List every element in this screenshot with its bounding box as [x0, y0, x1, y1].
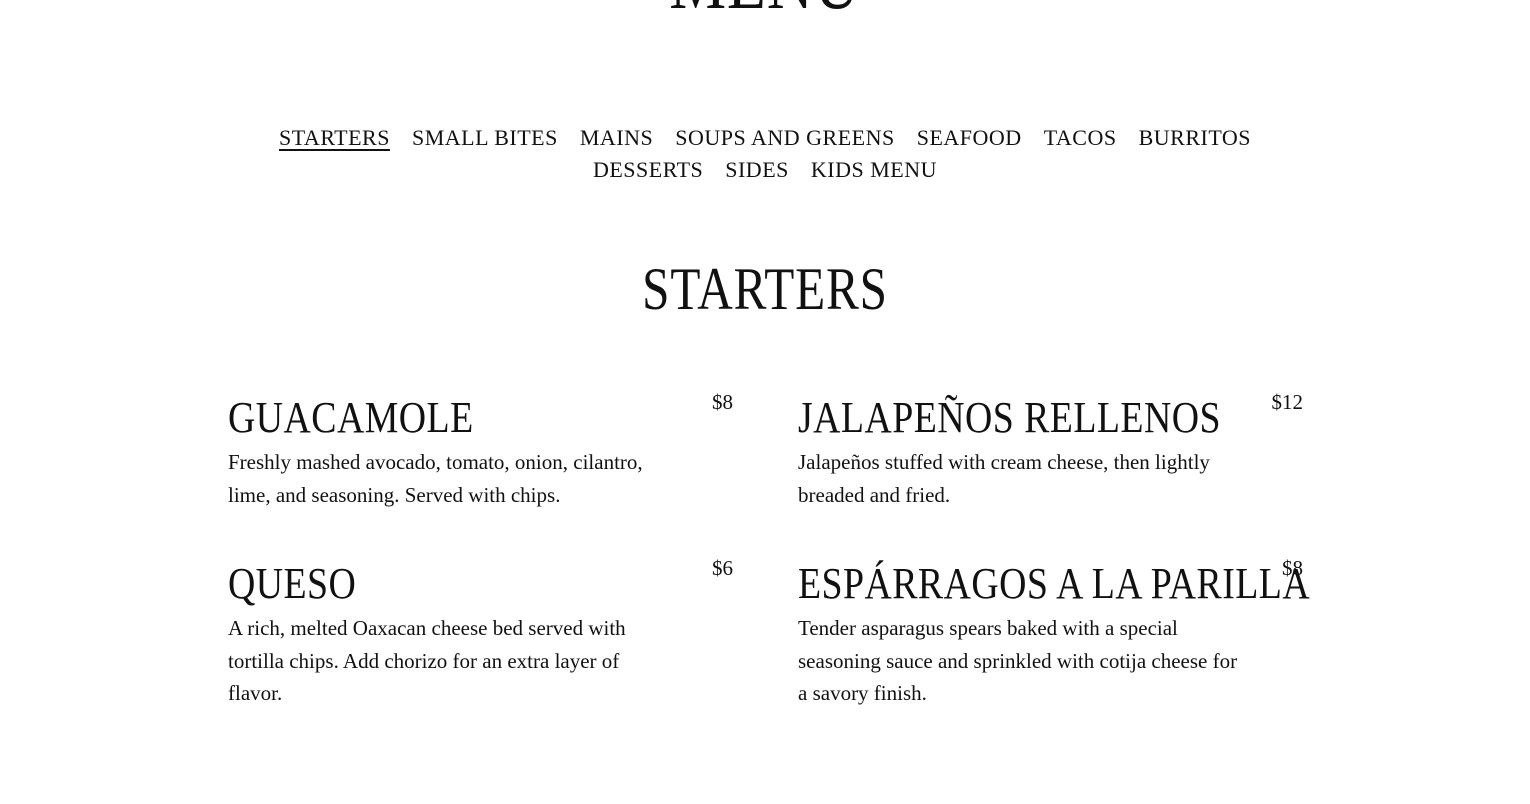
item-description: A rich, melted Oaxacan cheese bed served…: [228, 616, 626, 705]
item-name: JALAPEÑOS RELLENOS: [798, 393, 1221, 442]
item-price: $8: [712, 390, 733, 414]
nav-link-small-bites[interactable]: SMALL BITES: [412, 122, 558, 154]
nav-link-tacos[interactable]: TACOS: [1044, 122, 1117, 154]
section-title: STARTERS: [642, 256, 888, 322]
nav-link-soups-and-greens[interactable]: SOUPS AND GREENS: [675, 122, 895, 154]
item-price: $12: [1271, 390, 1304, 414]
item-description: Jalapeños stuffed with cream cheese, the…: [798, 450, 1210, 507]
item-price: $6: [712, 556, 733, 580]
category-nav: STARTERS SMALL BITES MAINS SOUPS AND GREENS…: [250, 122, 1280, 186]
nav-link-sides[interactable]: SIDES: [725, 154, 789, 186]
nav-link-starters[interactable]: STARTERS: [279, 122, 390, 154]
page-heading: MENU: [138, 0, 1393, 22]
nav-link-burritos[interactable]: BURRITOS: [1139, 122, 1251, 154]
item-name: QUESO: [228, 559, 357, 608]
item-description: Tender asparagus spears baked with a spe…: [798, 616, 1238, 705]
item-description: Freshly mashed avocado, tomato, onion, c…: [228, 450, 643, 507]
item-name: GUACAMOLE: [228, 393, 474, 442]
nav-link-kids-menu[interactable]: KIDS MENU: [811, 154, 937, 186]
nav-link-desserts[interactable]: DESSERTS: [593, 154, 703, 186]
nav-link-mains[interactable]: MAINS: [580, 122, 653, 154]
item-price: $8: [1282, 556, 1303, 580]
nav-link-seafood[interactable]: SEAFOOD: [917, 122, 1022, 154]
item-name: ESPÁRRAGOS A LA PARILLA: [798, 559, 1311, 608]
